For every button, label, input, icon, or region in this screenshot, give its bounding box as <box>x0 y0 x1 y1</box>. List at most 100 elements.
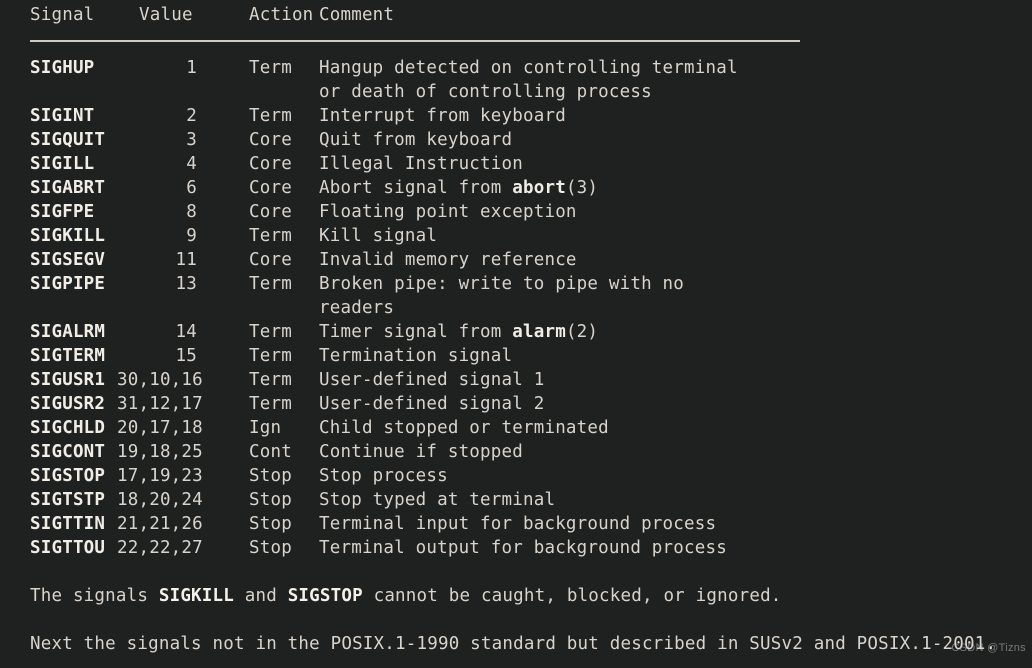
table-row[interactable]: SIGILL 4 Core Illegal Instruction <box>0 152 1032 176</box>
cell-signal-name: SIGTSTP <box>30 490 106 510</box>
cell-signal-value: 20,17,18 <box>117 418 203 438</box>
cell-signal-value: 30,10,16 <box>117 370 203 390</box>
table-row[interactable]: SIGQUIT 3 Core Quit from keyboard <box>0 128 1032 152</box>
cell-signal-value: 1 <box>186 58 197 78</box>
cell-signal-action: Term <box>249 274 292 294</box>
cell-signal-name: SIGSTOP <box>30 466 106 486</box>
cell-signal-value: 14 <box>175 322 197 342</box>
table-row[interactable]: SIGSEGV 11 Core Invalid memory reference <box>0 248 1032 272</box>
cell-signal-name: SIGILL <box>30 154 95 174</box>
column-header-comment: Comment <box>319 5 395 25</box>
cell-signal-comment: Invalid memory reference <box>319 250 577 270</box>
cell-signal-comment: Continue if stopped <box>319 442 523 462</box>
table-header-divider <box>30 40 800 42</box>
table-row[interactable]: SIGUSR1 30,10,16 Term User-defined signal 1 <box>0 368 1032 392</box>
signal-reference-page: Signal Value Action Comment SIGHUP 1 Term Hangu… <box>0 0 1032 668</box>
cell-signal-comment: Broken pipe: write to pipe with no <box>319 274 685 294</box>
cell-signal-action: Core <box>249 178 292 198</box>
cell-signal-name: SIGTTOU <box>30 538 106 558</box>
cell-signal-comment: Floating point exception <box>319 202 577 222</box>
cell-signal-comment: Terminal input for background process <box>319 514 717 534</box>
cell-signal-name: SIGINT <box>30 106 95 126</box>
cell-signal-name: SIGHUP <box>30 58 95 78</box>
table-row[interactable]: SIGTTIN 21,21,26 Stop Terminal input for ba… <box>0 512 1032 536</box>
table-row[interactable]: SIGHUP 1 Term Hangup detected on controllin… <box>0 56 1032 80</box>
table-row[interactable]: SIGUSR2 31,12,17 Term User-defined signal 2 <box>0 392 1032 416</box>
column-header-signal: Signal <box>30 5 95 25</box>
cell-signal-action: Stop <box>249 514 292 534</box>
cell-signal-value: 3 <box>186 130 197 150</box>
table-row[interactable]: SIGINT 2 Term Interrupt from keyboard <box>0 104 1032 128</box>
table-row-continuation: readers <box>0 296 1032 320</box>
watermark-label: CSDN @Tizns <box>951 642 1026 654</box>
cell-signal-action: Term <box>249 58 292 78</box>
signal-table: Signal Value Action Comment SIGHUP 1 Term Hangu… <box>0 0 1032 560</box>
cell-signal-value: 22,22,27 <box>117 538 203 558</box>
cell-signal-comment: Kill signal <box>319 226 438 246</box>
cell-signal-action: Core <box>249 202 292 222</box>
cell-signal-action: Stop <box>249 466 292 486</box>
cell-signal-comment: Illegal Instruction <box>319 154 523 174</box>
cell-signal-action: Stop <box>249 490 292 510</box>
cell-signal-name: SIGFPE <box>30 202 95 222</box>
cell-signal-comment-continued: readers <box>319 298 395 318</box>
table-header-row: Signal Value Action Comment <box>0 0 1032 30</box>
footer-note-uncatchable: The signals SIGKILL and SIGSTOP cannot b… <box>30 586 782 606</box>
cell-signal-value: 19,18,25 <box>117 442 203 462</box>
cell-signal-action: Term <box>249 322 292 342</box>
cell-signal-value: 15 <box>175 346 197 366</box>
cell-signal-value: 4 <box>186 154 197 174</box>
cell-signal-name: SIGTTIN <box>30 514 106 534</box>
cell-signal-value: 17,19,23 <box>117 466 203 486</box>
cell-signal-action: Core <box>249 130 292 150</box>
table-row[interactable]: SIGSTOP 17,19,23 Stop Stop process <box>0 464 1032 488</box>
cell-signal-action: Core <box>249 154 292 174</box>
cell-signal-value: 21,21,26 <box>117 514 203 534</box>
cell-signal-action: Cont <box>249 442 292 462</box>
cell-signal-comment: Stop typed at terminal <box>319 490 556 510</box>
cell-signal-name: SIGUSR2 <box>30 394 106 414</box>
table-row[interactable]: SIGFPE 8 Core Floating point exception <box>0 200 1032 224</box>
table-row[interactable]: SIGCONT 19,18,25 Cont Continue if stopped <box>0 440 1032 464</box>
table-row[interactable]: SIGCHLD 20,17,18 Ign Child stopped or termi… <box>0 416 1032 440</box>
cell-signal-action: Stop <box>249 538 292 558</box>
cell-signal-name: SIGALRM <box>30 322 106 342</box>
cell-signal-name: SIGTERM <box>30 346 106 366</box>
cell-signal-name: SIGUSR1 <box>30 370 106 390</box>
cell-signal-name: SIGSEGV <box>30 250 106 270</box>
footer-note-next-signals: Next the signals not in the POSIX.1-1990… <box>30 634 997 654</box>
cell-signal-value: 11 <box>175 250 197 270</box>
cell-signal-comment-continued: or death of controlling process <box>319 82 652 102</box>
table-row[interactable]: SIGTTOU 22,22,27 Stop Terminal output for b… <box>0 536 1032 560</box>
cell-signal-value: 18,20,24 <box>117 490 203 510</box>
cell-signal-comment: Interrupt from keyboard <box>319 106 566 126</box>
cell-signal-value: 31,12,17 <box>117 394 203 414</box>
cell-signal-action: Term <box>249 370 292 390</box>
cell-signal-comment: Timer signal from alarm(2) <box>319 322 599 342</box>
cell-signal-comment: Hangup detected on controlling terminal <box>319 58 738 78</box>
cell-signal-name: SIGABRT <box>30 178 106 198</box>
cell-signal-comment: Child stopped or terminated <box>319 418 609 438</box>
cell-signal-action: Term <box>249 346 292 366</box>
cell-signal-value: 6 <box>186 178 197 198</box>
table-row[interactable]: SIGKILL 9 Term Kill signal <box>0 224 1032 248</box>
cell-signal-action: Core <box>249 250 292 270</box>
table-row[interactable]: SIGABRT 6 Core Abort signal from abort(3) <box>0 176 1032 200</box>
column-header-action: Action <box>249 5 314 25</box>
cell-signal-value: 9 <box>186 226 197 246</box>
table-row-continuation: or death of controlling process <box>0 80 1032 104</box>
cell-signal-name: SIGPIPE <box>30 274 106 294</box>
cell-signal-action: Term <box>249 106 292 126</box>
header-rule-spacer <box>0 30 1032 56</box>
table-row[interactable]: SIGPIPE 13 Term Broken pipe: write to pipe … <box>0 272 1032 296</box>
column-header-value: Value <box>139 5 193 25</box>
cell-signal-value: 2 <box>186 106 197 126</box>
cell-signal-action: Ign <box>249 418 282 438</box>
cell-signal-comment: Abort signal from abort(3) <box>319 178 599 198</box>
table-row[interactable]: SIGALRM 14 Term Timer signal from alarm(2) <box>0 320 1032 344</box>
cell-signal-value: 8 <box>186 202 197 222</box>
cell-signal-comment: Termination signal <box>319 346 513 366</box>
table-row[interactable]: SIGTERM 15 Term Termination signal <box>0 344 1032 368</box>
table-row[interactable]: SIGTSTP 18,20,24 Stop Stop typed at termina… <box>0 488 1032 512</box>
cell-signal-comment: Terminal output for background process <box>319 538 727 558</box>
